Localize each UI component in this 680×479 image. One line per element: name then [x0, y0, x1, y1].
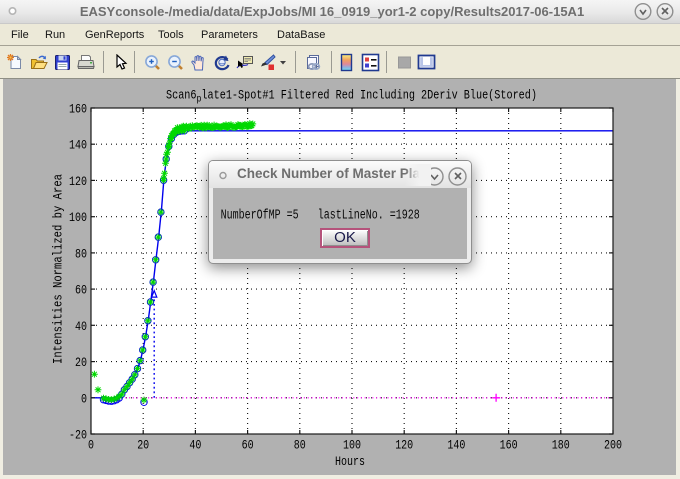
svg-text:140: 140 [69, 139, 87, 153]
svg-text:140: 140 [447, 439, 465, 453]
svg-text:60: 60 [242, 439, 254, 453]
svg-text:120: 120 [69, 175, 87, 189]
svg-text:40: 40 [189, 439, 201, 453]
svg-text:NumberOfMP =5: NumberOfMP =5 [221, 209, 299, 224]
svg-text:200: 200 [604, 439, 622, 453]
svg-text:160: 160 [69, 103, 87, 117]
svg-text:120: 120 [395, 439, 413, 453]
svg-text:Scan6plate1-Spot#1 Filtered Re: Scan6plate1-Spot#1 Filtered Red Includin… [166, 89, 537, 106]
svg-text:160: 160 [500, 439, 518, 453]
svg-text:20: 20 [137, 439, 149, 453]
svg-text:180: 180 [552, 439, 570, 453]
svg-text:Intensities Normalized by Area: Intensities Normalized by Area [52, 174, 66, 364]
svg-text:-20: -20 [69, 429, 87, 443]
svg-text:Hours: Hours [335, 455, 365, 469]
svg-text:100: 100 [69, 211, 87, 225]
svg-text:80: 80 [75, 247, 87, 261]
svg-text:60: 60 [75, 284, 87, 298]
svg-text:100: 100 [343, 439, 361, 453]
svg-text:lastLineNo. =1928: lastLineNo. =1928 [318, 209, 420, 224]
svg-text:40: 40 [75, 320, 87, 334]
svg-text:20: 20 [75, 356, 87, 370]
svg-text:0: 0 [81, 392, 87, 406]
svg-text:0: 0 [88, 439, 94, 453]
svg-text:80: 80 [294, 439, 306, 453]
